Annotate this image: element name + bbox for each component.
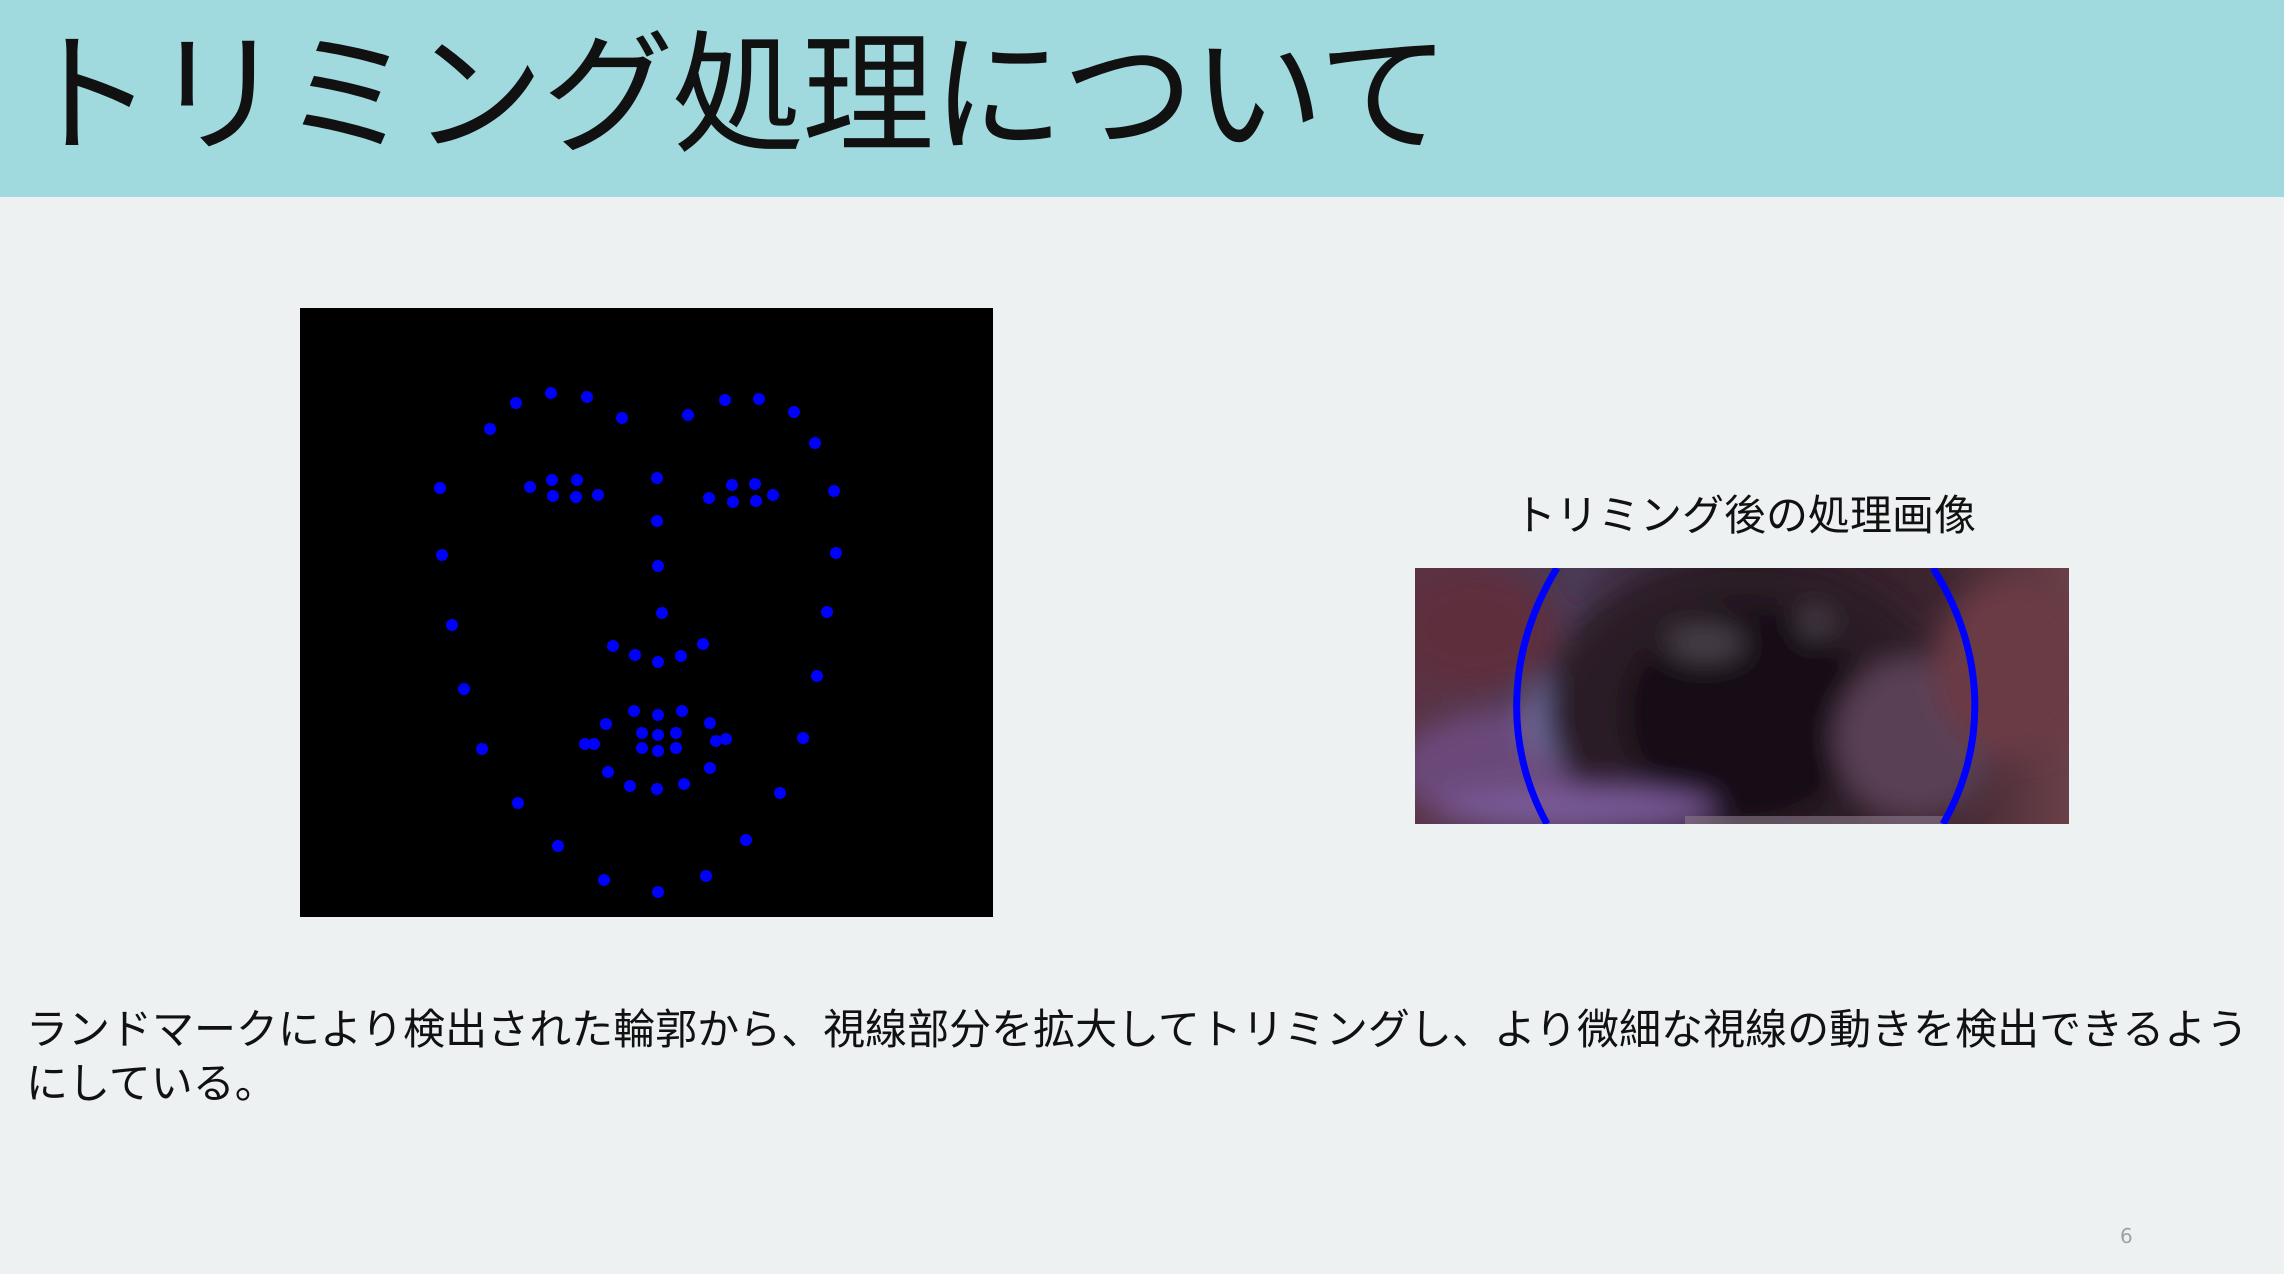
landmark-dot	[670, 742, 682, 754]
landmark-dot	[581, 391, 593, 403]
trimmed-eye-image	[1415, 568, 2069, 824]
landmark-dot	[703, 492, 715, 504]
slide-description: ランドマークにより検出された輪郭から、視線部分を拡大してトリミングし、より微細な…	[26, 1005, 2249, 1108]
landmark-dot	[704, 717, 716, 729]
landmark-dot	[598, 874, 610, 886]
landmark-dot	[458, 683, 470, 695]
landmark-dot	[652, 709, 664, 721]
face-landmark-image	[300, 308, 993, 917]
landmark-dot	[436, 549, 448, 561]
landmark-dot	[675, 650, 687, 662]
landmark-dot	[602, 766, 614, 778]
landmark-dot	[571, 474, 583, 486]
landmark-dot	[588, 738, 600, 750]
landmark-dot	[600, 718, 612, 730]
landmark-dot	[740, 834, 752, 846]
landmark-dot	[545, 387, 557, 399]
landmark-dot	[636, 742, 648, 754]
landmark-dot	[797, 732, 809, 744]
landmark-dot	[652, 745, 664, 757]
landmark-dot	[720, 733, 732, 745]
landmark-dot	[700, 870, 712, 882]
landmark-dot	[628, 705, 640, 717]
landmark-dot	[651, 783, 663, 795]
landmark-dot	[704, 762, 716, 774]
landmark-dot	[592, 489, 604, 501]
landmark-dot	[651, 472, 663, 484]
landmark-dot	[670, 727, 682, 739]
landmark-dot	[652, 729, 664, 741]
landmark-dot	[616, 412, 628, 424]
trimmed-image-caption: トリミング後の処理画像	[1513, 491, 1976, 540]
landmark-dot	[629, 649, 641, 661]
face-landmark-plot	[434, 387, 842, 898]
landmark-dot	[476, 743, 488, 755]
landmark-dot	[753, 393, 765, 405]
landmark-dot	[809, 437, 821, 449]
landmark-dot	[697, 638, 709, 650]
landmark-dot	[682, 409, 694, 421]
landmark-dot	[570, 491, 582, 503]
landmark-dot	[547, 490, 559, 502]
landmark-dot	[652, 560, 664, 572]
landmark-dot	[710, 735, 722, 747]
landmark-dot	[552, 840, 564, 852]
landmark-dot	[828, 485, 840, 497]
eye-photo	[1415, 568, 2069, 824]
slide-title: トリミング処理について	[22, 19, 1450, 173]
landmark-dot	[719, 394, 731, 406]
landmark-dot	[774, 787, 786, 799]
landmark-dot	[546, 474, 558, 486]
landmark-dot	[652, 656, 664, 668]
landmark-dot	[607, 640, 619, 652]
landmark-dot	[767, 489, 779, 501]
landmark-dot	[652, 886, 664, 898]
landmark-dot	[821, 606, 833, 618]
landmark-dot	[512, 797, 524, 809]
landmark-dot	[446, 619, 458, 631]
landmark-dot	[727, 496, 739, 508]
landmark-dot	[651, 515, 663, 527]
landmark-dot	[510, 397, 522, 409]
landmark-dot	[524, 481, 536, 493]
landmark-dot	[434, 482, 446, 494]
landmark-dot	[750, 495, 762, 507]
landmark-dot	[678, 778, 690, 790]
title-bar: トリミング処理について	[0, 0, 2284, 197]
landmark-dot	[830, 547, 842, 559]
landmark-dot	[656, 607, 668, 619]
landmark-dot	[484, 423, 496, 435]
page-number: 6	[2120, 1224, 2133, 1248]
landmark-dot	[726, 479, 738, 491]
landmark-dot	[676, 705, 688, 717]
landmark-dot	[811, 670, 823, 682]
landmark-dot	[749, 478, 761, 490]
landmark-dot	[636, 727, 648, 739]
landmark-dot	[624, 780, 636, 792]
landmark-dot	[788, 406, 800, 418]
